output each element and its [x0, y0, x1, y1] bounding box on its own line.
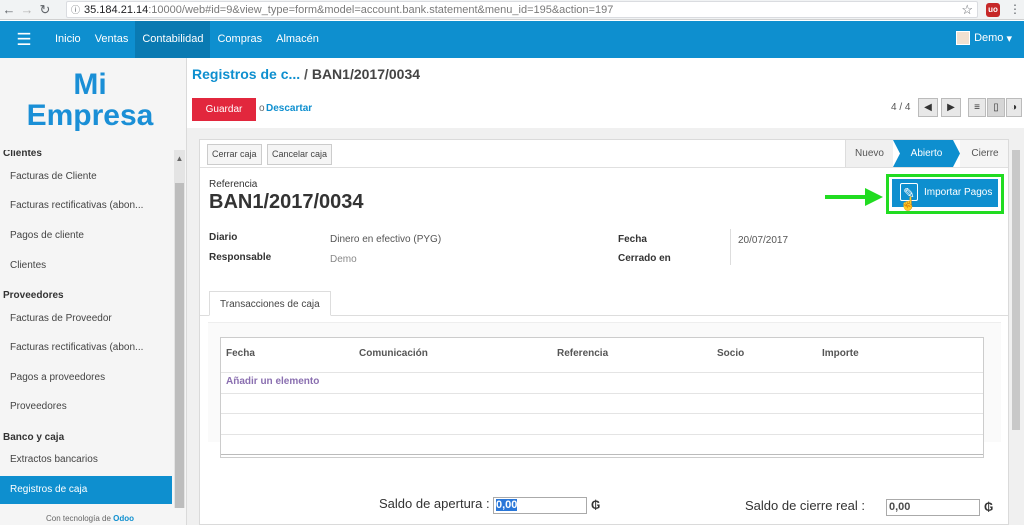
form-view-icon[interactable]: ▯: [987, 98, 1005, 117]
sidebar-item-extractos[interactable]: Extractos bancarios: [0, 446, 172, 474]
fecha-label: Fecha: [618, 234, 647, 245]
odoo-link[interactable]: Odoo: [113, 514, 134, 523]
sidebar-item-rectificativas-cliente[interactable]: Facturas rectificativas (abon...: [0, 192, 172, 220]
closing-balance-label: Saldo de cierre real :: [745, 498, 865, 513]
col-comunicacion[interactable]: Comunicación: [359, 348, 428, 359]
status-nuevo[interactable]: Nuevo: [845, 140, 893, 167]
sidebar-menu: Clientes Facturas de Cliente Facturas re…: [0, 150, 172, 508]
opening-balance-label: Saldo de apertura :: [379, 496, 490, 511]
fecha-value[interactable]: 20/07/2017: [738, 235, 788, 246]
pager-prev-icon[interactable]: ◀: [918, 98, 938, 117]
extension-icon[interactable]: uo: [986, 3, 1000, 17]
content-scroll-thumb[interactable]: [1012, 150, 1020, 430]
reload-icon[interactable]: ↻: [36, 2, 54, 18]
sidebar-scroll-thumb[interactable]: [175, 183, 184, 508]
cancel-cash-button[interactable]: Cancelar caja: [267, 144, 333, 165]
pivot-view-icon[interactable]: ◑: [1006, 98, 1022, 117]
sidebar-section-clientes: Clientes: [3, 150, 42, 159]
opening-balance-input[interactable]: 0,00: [493, 497, 587, 514]
status-abierto[interactable]: Abierto: [893, 140, 960, 167]
pager-next-icon[interactable]: ▶: [941, 98, 961, 117]
company-logo-line2: Empresa: [26, 99, 154, 132]
sidebar-item-proveedores[interactable]: Proveedores: [0, 393, 172, 421]
top-navbar: ☰ Inicio Ventas Contabilidad Compras Alm…: [0, 21, 1024, 58]
table-row-divider: [221, 372, 983, 373]
url-path: :10000/web#id=9&view_type=form&model=acc…: [148, 3, 614, 16]
col-fecha[interactable]: Fecha: [226, 348, 255, 359]
user-name: Demo: [974, 32, 1004, 44]
user-menu[interactable]: Demo ▾: [956, 31, 1012, 45]
sidebar-item-facturas-cliente[interactable]: Facturas de Cliente: [0, 163, 172, 191]
discard-link[interactable]: Descartar: [266, 103, 312, 114]
diario-value[interactable]: Dinero en efectivo (PYG): [330, 234, 441, 245]
bookmark-star-icon[interactable]: ☆: [961, 2, 973, 18]
close-cash-button[interactable]: Cerrar caja: [207, 144, 262, 165]
responsable-label: Responsable: [209, 252, 272, 263]
sidebar-item-registros-caja[interactable]: Registros de caja: [0, 476, 172, 504]
nav-compras[interactable]: Compras: [210, 21, 269, 58]
info-icon[interactable]: ⓘ: [71, 3, 80, 16]
closing-balance-value: 0,00: [889, 501, 911, 513]
diario-label: Diario: [209, 232, 238, 243]
sidebar-item-pagos-cliente[interactable]: Pagos de cliente: [0, 222, 172, 250]
col-importe[interactable]: Importe: [822, 348, 859, 359]
closing-balance-input[interactable]: 0,00: [886, 499, 980, 516]
app-menu-icon[interactable]: ☰: [0, 30, 48, 50]
breadcrumb-current: BAN1/2017/0034: [311, 66, 421, 82]
forward-icon[interactable]: →: [18, 2, 36, 17]
table-row-divider: [221, 454, 983, 455]
table-row-divider: [221, 413, 983, 414]
breadcrumb: Registros de c... / BAN1/2017/0034: [192, 66, 420, 82]
sidebar-item-rectificativas-proveedor[interactable]: Facturas rectificativas (abon...: [0, 334, 172, 362]
caret-down-icon: ▾: [1003, 32, 1012, 45]
responsable-value[interactable]: Demo: [330, 254, 357, 265]
sidebar-item-facturas-proveedor[interactable]: Facturas de Proveedor: [0, 305, 172, 333]
nav-inicio[interactable]: Inicio: [48, 21, 88, 58]
currency-icon: ₲: [984, 500, 994, 514]
sidebar-section-proveedores: Proveedores: [3, 290, 64, 301]
nav-ventas[interactable]: Ventas: [88, 21, 136, 58]
green-arrow-icon: [825, 188, 883, 206]
sidebar-item-clientes[interactable]: Clientes: [0, 252, 172, 280]
tab-transacciones[interactable]: Transacciones de caja: [209, 291, 331, 316]
powered-by: Con tecnología de Odoo: [0, 514, 180, 523]
avatar: [956, 31, 971, 45]
cerrado-label: Cerrado en: [618, 253, 671, 264]
sidebar-section-banco: Banco y caja: [3, 432, 65, 443]
transactions-table: Fecha Comunicación Referencia Socio Impo…: [220, 337, 984, 458]
table-row-divider: [221, 393, 983, 394]
scroll-up-icon[interactable]: ▲: [174, 154, 185, 163]
powered-text: Con tecnología de: [45, 514, 111, 523]
list-view-icon[interactable]: ≡: [968, 98, 986, 117]
field-divider: [730, 229, 731, 265]
url-host: 35.184.21.14: [84, 3, 149, 16]
status-cierre[interactable]: Cierre: [960, 140, 1008, 167]
currency-icon: ₲: [591, 498, 601, 512]
browser-menu-icon[interactable]: ⋮: [1009, 2, 1021, 16]
col-socio[interactable]: Socio: [717, 348, 744, 359]
hand-cursor-icon: ☝: [900, 196, 917, 211]
reference-value: BAN1/2017/0034: [209, 191, 364, 213]
company-logo-line1: Mi: [73, 68, 107, 101]
opening-balance-value: 0,00: [496, 499, 518, 511]
form-header: Cerrar caja Cancelar caja Nuevo Abierto …: [200, 140, 1008, 168]
address-bar[interactable]: ⓘ 35.184.21.14 :10000/web#id=9&view_type…: [66, 1, 978, 18]
add-item-link[interactable]: Añadir un elemento: [226, 376, 319, 387]
breadcrumb-separator: /: [304, 66, 308, 82]
pager-counter: 4 / 4: [891, 102, 911, 113]
or-text: o: [259, 103, 265, 114]
sidebar-item-pagos-proveedores[interactable]: Pagos a proveedores: [0, 364, 172, 392]
save-button[interactable]: Guardar: [192, 98, 256, 121]
col-referencia[interactable]: Referencia: [557, 348, 608, 359]
reference-label: Referencia: [209, 179, 258, 190]
nav-almacen[interactable]: Almacén: [269, 21, 326, 58]
table-row-divider: [221, 434, 983, 435]
breadcrumb-parent[interactable]: Registros de c...: [192, 66, 300, 82]
form-sheet: Cerrar caja Cancelar caja Nuevo Abierto …: [199, 139, 1009, 525]
back-icon[interactable]: ←: [0, 2, 18, 17]
sidebar: Mi Empresa Clientes Facturas de Cliente …: [0, 58, 187, 525]
nav-contabilidad[interactable]: Contabilidad: [135, 21, 211, 58]
